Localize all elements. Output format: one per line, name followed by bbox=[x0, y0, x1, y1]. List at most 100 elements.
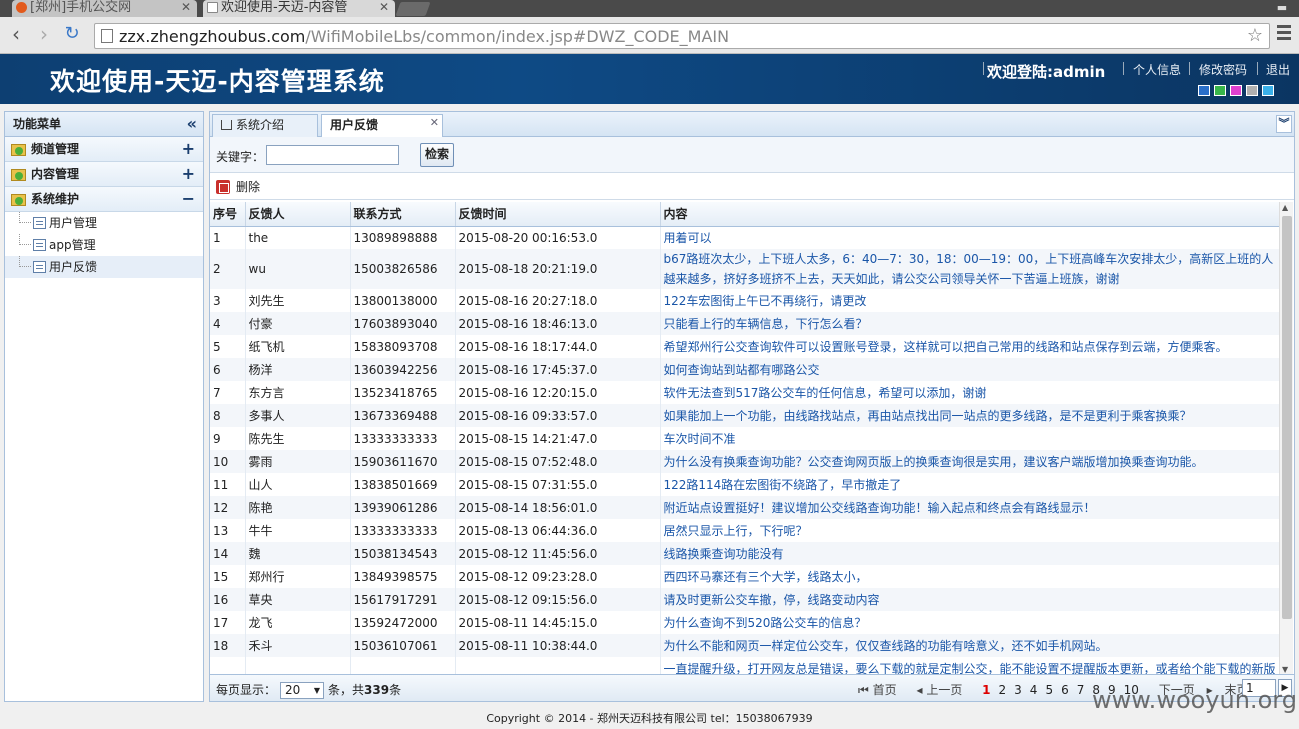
window-control-icon[interactable]: ▬ bbox=[1269, 0, 1295, 17]
table-row[interactable]: 16 草央 15617917291 2015-08-12 09:15:56.0 请及时更… bbox=[210, 588, 1280, 611]
table-row[interactable]: 4 付豪 17603893040 2015-08-16 18:46:13.0 只能看上行… bbox=[210, 312, 1280, 335]
table-row[interactable]: 13 牛牛 13333333333 2015-08-13 06:44:36.0 居然只显… bbox=[210, 519, 1280, 542]
page-number-link[interactable]: 3 bbox=[1014, 683, 1022, 697]
table-row[interactable]: 10 雾雨 15903611670 2015-08-15 07:52:48.0 为什么没… bbox=[210, 450, 1280, 473]
first-page-link[interactable]: ⏮ 首页 bbox=[858, 683, 905, 697]
expand-plus-icon[interactable]: + bbox=[182, 162, 195, 186]
close-icon[interactable]: ✕ bbox=[181, 0, 191, 15]
collapse-minus-icon[interactable]: − bbox=[182, 187, 195, 211]
content-cell: 软件无法查到517路公交车的任何信息，希望可以添加，谢谢 bbox=[660, 381, 1280, 404]
table-row[interactable]: 11 山人 13838501669 2015-08-15 07:31:55.0 122路… bbox=[210, 473, 1280, 496]
sidebar-section-system[interactable]: 系统维护 − bbox=[5, 187, 203, 212]
contact-cell bbox=[350, 657, 456, 675]
back-arrow-icon[interactable]: ‹ bbox=[4, 23, 28, 47]
page-number-link[interactable]: 4 bbox=[1030, 683, 1038, 697]
bookmark-star-icon[interactable]: ☆ bbox=[1247, 25, 1263, 46]
sidebar-item-user-management[interactable]: 用户管理 bbox=[5, 212, 203, 234]
scroll-down-arrow-icon[interactable]: ▼ bbox=[1282, 665, 1288, 674]
submitter-cell: 禾斗 bbox=[245, 634, 351, 657]
tab-user-feedback[interactable]: 用户反馈 ✕ bbox=[321, 114, 443, 138]
keyword-label: 关键字： bbox=[216, 150, 265, 164]
page-number-link[interactable]: 1 bbox=[982, 683, 990, 697]
theme-swatch-blue[interactable] bbox=[1198, 85, 1210, 96]
document-icon bbox=[33, 261, 46, 273]
page-number-link[interactable]: 2 bbox=[999, 683, 1007, 697]
vertical-scrollbar[interactable]: ▲ ▼ bbox=[1279, 202, 1293, 675]
page-size-select[interactable]: 20 bbox=[280, 682, 325, 699]
reload-icon[interactable]: ↻ bbox=[60, 23, 84, 47]
forward-arrow-icon[interactable]: › bbox=[32, 23, 56, 47]
welcome-text: 欢迎登陆:admin bbox=[987, 63, 1106, 81]
logout-link[interactable]: 退出 bbox=[1266, 61, 1290, 78]
content-cell: 西四环马寨还有三个大学，线路太小， bbox=[660, 565, 1280, 588]
submitter-cell: 牛牛 bbox=[245, 519, 351, 542]
keyword-input[interactable] bbox=[266, 145, 399, 165]
column-header[interactable]: 内容 bbox=[660, 202, 1280, 227]
new-tab-button[interactable] bbox=[395, 2, 431, 16]
content-cell: 车次时间不准 bbox=[660, 427, 1280, 450]
time-cell: 2015-08-16 18:17:44.0 bbox=[455, 335, 661, 358]
table-row[interactable]: 7 东方言 13523418765 2015-08-16 12:20:15.0 软件无法… bbox=[210, 381, 1280, 404]
theme-swatch-green[interactable] bbox=[1214, 85, 1226, 96]
browser-tab-2[interactable]: 欢迎使用-天迈-内容管 ✕ bbox=[203, 0, 395, 17]
sidebar-section-content[interactable]: 内容管理 + bbox=[5, 162, 203, 187]
row-number-cell: 14 bbox=[210, 542, 246, 565]
scrollbar-thumb[interactable] bbox=[1282, 216, 1292, 619]
column-header[interactable]: 反馈时间 bbox=[455, 202, 661, 227]
table-row[interactable]: 1 the 13089898888 2015-08-20 00:16:53.0 用着可以 bbox=[210, 226, 1280, 249]
time-cell: 2015-08-20 00:16:53.0 bbox=[455, 226, 661, 249]
delete-button[interactable]: 删除 bbox=[216, 179, 260, 195]
table-row[interactable]: 3 刘先生 13800138000 2015-08-16 20:27:18.0 122车… bbox=[210, 289, 1280, 312]
page-number-link[interactable]: 5 bbox=[1045, 683, 1053, 697]
table-row[interactable]: 5 纸飞机 15838093708 2015-08-16 18:17:44.0 希望郑州… bbox=[210, 335, 1280, 358]
content-cell: 122路114路在宏图街不绕路了，早市撤走了 bbox=[660, 473, 1280, 496]
row-number-cell: 8 bbox=[210, 404, 246, 427]
row-number-cell: 16 bbox=[210, 588, 246, 611]
time-cell: 2015-08-14 18:56:01.0 bbox=[455, 496, 661, 519]
prev-page-link[interactable]: ◂ 上一页 bbox=[916, 683, 970, 697]
url-text[interactable]: zzx.zhengzhoubus.com/WifiMobileLbs/commo… bbox=[119, 27, 729, 46]
column-header[interactable]: 序号 bbox=[210, 202, 246, 227]
divider bbox=[983, 62, 984, 75]
tab-list-chevron-icon[interactable]: ︾ bbox=[1276, 115, 1292, 133]
collapse-double-arrow-icon[interactable]: « bbox=[187, 112, 197, 136]
browser-tabstrip: [郑州]手机公交网 ✕ 欢迎使用-天迈-内容管 ✕ ▬ bbox=[0, 0, 1299, 17]
close-icon[interactable]: ✕ bbox=[379, 0, 389, 15]
search-bar: 关键字： 检索 bbox=[210, 137, 1294, 173]
row-number-cell: 10 bbox=[210, 450, 246, 473]
change-password-link[interactable]: 修改密码 bbox=[1199, 61, 1247, 78]
table-row[interactable]: 12 陈艳 13939061286 2015-08-14 18:56:01.0 附近站点… bbox=[210, 496, 1280, 519]
tab-system-intro[interactable]: 系统介绍 bbox=[212, 114, 318, 137]
theme-swatch-silver[interactable] bbox=[1246, 85, 1258, 96]
content-cell: 请及时更新公交车撤，停，线路变动内容 bbox=[660, 588, 1280, 611]
browser-menu-icon[interactable] bbox=[1277, 25, 1291, 43]
browser-tab-1[interactable]: [郑州]手机公交网 ✕ bbox=[12, 0, 197, 17]
close-icon[interactable]: ✕ bbox=[430, 112, 439, 133]
table-row[interactable]: 17 龙飞 13592472000 2015-08-11 14:45:15.0 为什么查… bbox=[210, 611, 1280, 634]
page-number-link[interactable]: 7 bbox=[1077, 683, 1085, 697]
column-header[interactable]: 反馈人 bbox=[245, 202, 351, 227]
table-row[interactable]: 9 陈先生 13333333333 2015-08-15 14:21:47.0 车次时间… bbox=[210, 427, 1280, 450]
scroll-up-arrow-icon[interactable]: ▲ bbox=[1282, 203, 1288, 212]
page-number-link[interactable]: 6 bbox=[1061, 683, 1069, 697]
row-number-cell: 2 bbox=[210, 249, 246, 289]
sidebar-item-user-feedback[interactable]: 用户反馈 bbox=[5, 256, 203, 278]
search-button[interactable]: 检索 bbox=[420, 143, 454, 167]
column-header[interactable]: 联系方式 bbox=[350, 202, 456, 227]
theme-swatch-purple[interactable] bbox=[1230, 85, 1242, 96]
sidebar-item-app-management[interactable]: app管理 bbox=[5, 234, 203, 256]
table-row[interactable]: 14 魏 15038134543 2015-08-12 11:45:56.0 线路换乘查… bbox=[210, 542, 1280, 565]
expand-plus-icon[interactable]: + bbox=[182, 137, 195, 161]
sidebar-section-channel[interactable]: 频道管理 + bbox=[5, 137, 203, 162]
table-row[interactable]: 18 禾斗 15036107061 2015-08-11 10:38:44.0 为什么不… bbox=[210, 634, 1280, 657]
theme-swatch-azure[interactable] bbox=[1262, 85, 1274, 96]
time-cell: 2015-08-16 09:33:57.0 bbox=[455, 404, 661, 427]
table-row[interactable]: 15 郑州行 13849398575 2015-08-12 09:23:28.0 西四环… bbox=[210, 565, 1280, 588]
table-row[interactable]: 一直提醒升级，打开网友总是错误，要么下载的就是定制公交，能不能设置不提醒版本更新… bbox=[210, 657, 1280, 675]
table-row[interactable]: 8 多事人 13673369488 2015-08-16 09:33:57.0 如果能加… bbox=[210, 404, 1280, 427]
profile-link[interactable]: 个人信息 bbox=[1133, 61, 1181, 78]
table-row[interactable]: 6 杨洋 13603942256 2015-08-16 17:45:37.0 如何查询站… bbox=[210, 358, 1280, 381]
time-cell: 2015-08-15 07:52:48.0 bbox=[455, 450, 661, 473]
address-bar[interactable]: zzx.zhengzhoubus.com/WifiMobileLbs/commo… bbox=[94, 23, 1270, 49]
table-row[interactable]: 2 wu 15003826586 2015-08-18 20:21:19.0 b67路班… bbox=[210, 249, 1280, 289]
